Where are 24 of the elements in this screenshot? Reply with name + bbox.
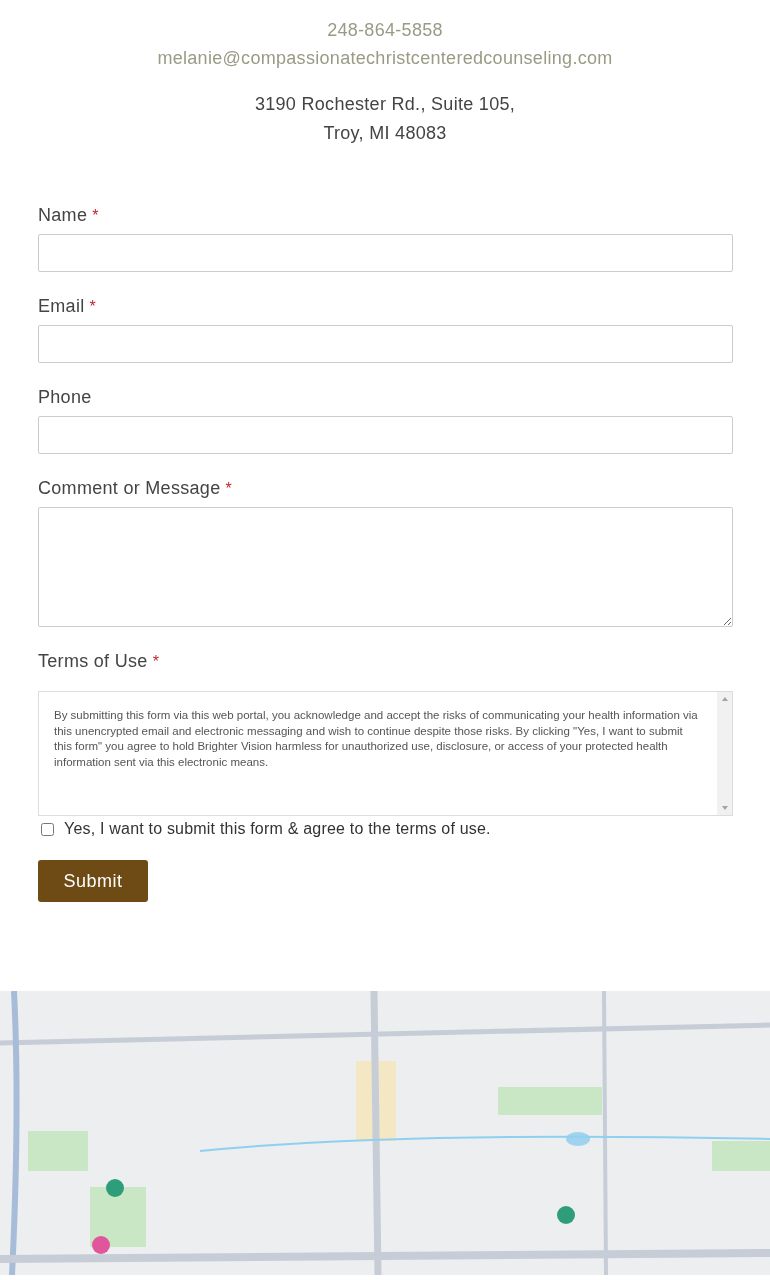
input-field[interactable] bbox=[38, 416, 733, 454]
submit-button[interactable]: Submit bbox=[38, 860, 148, 902]
field-label: Name bbox=[38, 205, 88, 226]
field-label: Phone bbox=[38, 387, 92, 408]
required-mark: * bbox=[225, 480, 232, 498]
input-field[interactable] bbox=[38, 325, 733, 363]
scroll-down-icon[interactable] bbox=[720, 805, 729, 811]
email-link[interactable]: melanie@compassionatechristcenteredcounseling.com bbox=[157, 44, 613, 72]
message-field[interactable] bbox=[38, 507, 733, 627]
scroll-up-icon[interactable] bbox=[720, 696, 729, 702]
address-line: Troy, MI 48083 bbox=[323, 122, 447, 145]
required-mark: * bbox=[92, 207, 99, 225]
required-mark: * bbox=[89, 298, 96, 316]
address-line: 3190 Rochester Rd., Suite 105, bbox=[254, 93, 516, 116]
field-label: Email bbox=[38, 296, 85, 317]
required-mark: * bbox=[152, 653, 159, 671]
field-label: Comment or Message bbox=[38, 478, 221, 499]
agree-checkbox[interactable] bbox=[41, 822, 54, 836]
input-field[interactable] bbox=[38, 234, 733, 272]
field-label: Terms of Use bbox=[38, 651, 148, 672]
scrollbar[interactable] bbox=[717, 692, 732, 815]
terms-text: By submitting this form via this web portal, you acknowledge and accept the risks of communicating your health information via this unencrypted email and electronic messaging and wish to continue despite those risks. By clicking "Yes, I want to submit this form" you agree to hold Brighter Vision harmless for unauthorized use, disclosure, or access of your protected health information sent via this electronic means. bbox=[53, 708, 699, 770]
agree-label: Yes, I want to submit this form & agree to the terms of use. bbox=[64, 820, 491, 838]
phone-link[interactable]: 248-864-5858 bbox=[327, 16, 443, 44]
